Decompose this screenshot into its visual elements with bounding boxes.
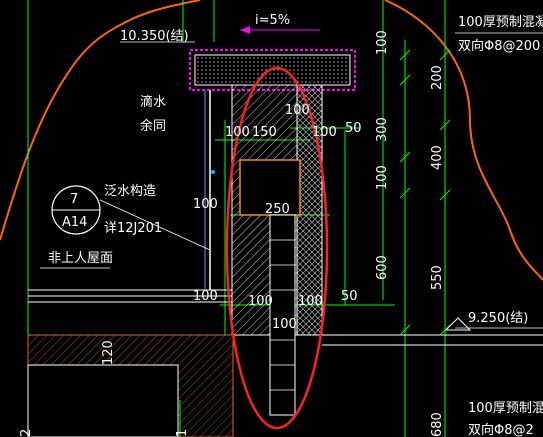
elev-right-label: 9.250(结) <box>468 311 528 326</box>
inner-column <box>269 214 296 416</box>
dim-100-g: 100 <box>298 294 323 309</box>
dim-v100b: 100 <box>375 165 390 190</box>
dim-v600: 600 <box>375 255 390 280</box>
dim-100-c: 100 <box>312 125 337 140</box>
dim-v550: 550 <box>430 265 445 290</box>
dim-v100: 100 <box>375 30 390 55</box>
dim-v200: 200 <box>430 65 445 90</box>
dim-v680: 680 <box>430 412 445 437</box>
dim-120: 120 <box>101 340 116 365</box>
dim-100-h: 100 <box>272 317 297 332</box>
detail-number: 7 <box>70 192 78 207</box>
slope-label: i=5% <box>255 13 290 28</box>
dim-v2: 2 <box>19 429 34 437</box>
dim-100-e: 100 <box>193 289 218 304</box>
roof-label: 非上人屋面 <box>48 251 113 266</box>
dim-100-a: 100 <box>285 103 310 118</box>
slab-top-note-2: 双向Φ8@200 <box>458 38 540 54</box>
dim-v400: 400 <box>430 145 445 170</box>
slab-inner <box>27 364 179 437</box>
detail-ref-label: 详12J201 <box>104 221 162 236</box>
slab-bot-note-1: 100厚预制混 <box>468 401 543 416</box>
dim-150: 150 <box>252 125 277 140</box>
flashing-label: 泛水构造 <box>104 184 156 199</box>
dim-v300: 300 <box>375 117 390 142</box>
dim-50-a: 50 <box>345 121 362 136</box>
cad-drawing-svg: i=5% 10.350(结) 滴水 余同 泛水构造 详12J201 7 A14 … <box>0 0 543 437</box>
slab-bot-note-2: 双向Φ8@2 <box>468 422 534 437</box>
cad-drawing-viewport: i=5% 10.350(结) 滴水 余同 泛水构造 详12J201 7 A14 … <box>0 0 543 437</box>
drip-label: 滴水 <box>140 94 166 110</box>
elev-top-label: 10.350(结) <box>120 29 189 44</box>
dim-250: 250 <box>265 202 290 217</box>
detail-sheet: A14 <box>62 215 87 230</box>
drip-note: 余同 <box>140 118 166 134</box>
dim-v1: 1 <box>175 429 190 437</box>
dim-50-b: 50 <box>341 289 358 304</box>
dim-100-f: 100 <box>248 294 273 309</box>
dim-100-d: 100 <box>193 197 218 212</box>
dim-100-b: 100 <box>225 125 250 140</box>
slab-top-note-1: 100厚预制混凝 <box>458 14 543 30</box>
